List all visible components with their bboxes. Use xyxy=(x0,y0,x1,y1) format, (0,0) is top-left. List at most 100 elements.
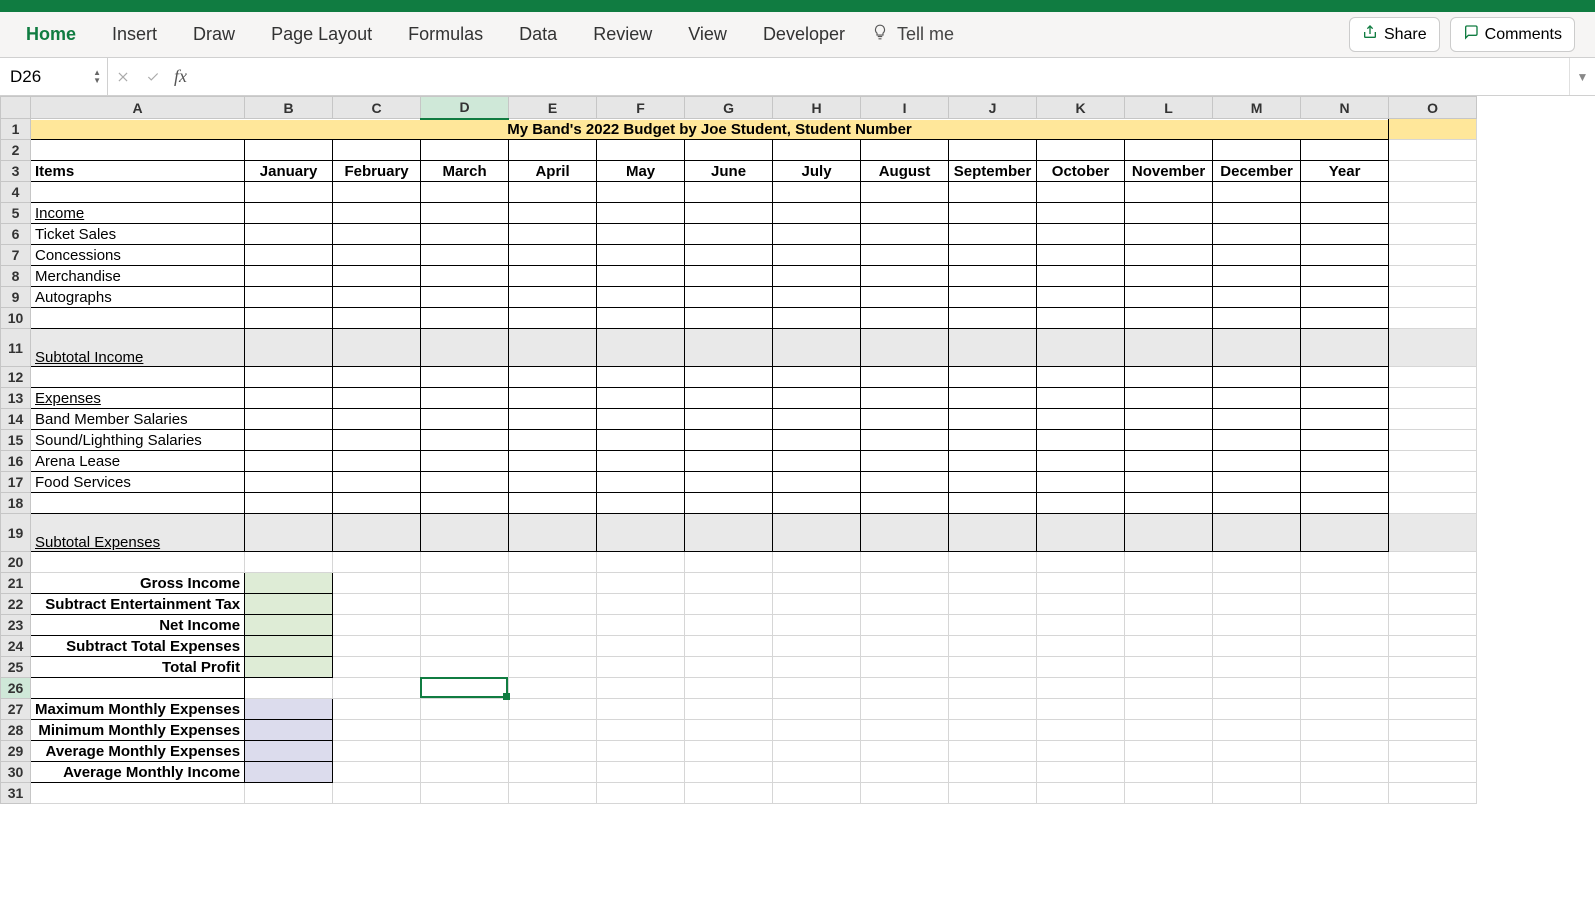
cell-C9[interactable] xyxy=(333,287,421,308)
cell-K11[interactable] xyxy=(1037,329,1125,367)
cell-I27[interactable] xyxy=(861,699,949,720)
cell-F18[interactable] xyxy=(597,493,685,514)
row-header-13[interactable]: 13 xyxy=(1,388,31,409)
cell-K3[interactable]: October xyxy=(1037,161,1125,182)
cell-M6[interactable] xyxy=(1213,224,1301,245)
cell-N2[interactable] xyxy=(1301,140,1389,161)
cell-L9[interactable] xyxy=(1125,287,1213,308)
cell-G13[interactable] xyxy=(685,388,773,409)
col-header-H[interactable]: H xyxy=(773,97,861,119)
cell-G5[interactable] xyxy=(685,203,773,224)
cell-C18[interactable] xyxy=(333,493,421,514)
row-header-8[interactable]: 8 xyxy=(1,266,31,287)
cell-F2[interactable] xyxy=(597,140,685,161)
cell-F26[interactable] xyxy=(597,678,685,699)
cell-E18[interactable] xyxy=(509,493,597,514)
cell-F25[interactable] xyxy=(597,657,685,678)
cell-M20[interactable] xyxy=(1213,552,1301,573)
cell-D6[interactable] xyxy=(421,224,509,245)
cell-G21[interactable] xyxy=(685,573,773,594)
cell-G22[interactable] xyxy=(685,594,773,615)
cell-F3[interactable]: May xyxy=(597,161,685,182)
cell-D27[interactable] xyxy=(421,699,509,720)
cell-O25[interactable] xyxy=(1389,657,1477,678)
cell-M3[interactable]: December xyxy=(1213,161,1301,182)
cell-B21[interactable] xyxy=(245,573,333,594)
cell-O5[interactable] xyxy=(1389,203,1477,224)
cell-L31[interactable] xyxy=(1125,783,1213,804)
col-header-D[interactable]: D xyxy=(421,97,509,119)
cell-G11[interactable] xyxy=(685,329,773,367)
cell-C10[interactable] xyxy=(333,308,421,329)
cell-M8[interactable] xyxy=(1213,266,1301,287)
cell-I9[interactable] xyxy=(861,287,949,308)
cell-B7[interactable] xyxy=(245,245,333,266)
cell-I30[interactable] xyxy=(861,762,949,783)
cell-O10[interactable] xyxy=(1389,308,1477,329)
cell-L6[interactable] xyxy=(1125,224,1213,245)
cell-I10[interactable] xyxy=(861,308,949,329)
cell-E7[interactable] xyxy=(509,245,597,266)
cell-A30[interactable]: Average Monthly Income xyxy=(31,762,245,783)
cell-N24[interactable] xyxy=(1301,636,1389,657)
cell-L12[interactable] xyxy=(1125,367,1213,388)
cell-I28[interactable] xyxy=(861,720,949,741)
cell-B19[interactable] xyxy=(245,514,333,552)
cell-C30[interactable] xyxy=(333,762,421,783)
cell-C27[interactable] xyxy=(333,699,421,720)
cell-E25[interactable] xyxy=(509,657,597,678)
col-header-G[interactable]: G xyxy=(685,97,773,119)
cell-F27[interactable] xyxy=(597,699,685,720)
cell-M5[interactable] xyxy=(1213,203,1301,224)
cell-D12[interactable] xyxy=(421,367,509,388)
cell-G8[interactable] xyxy=(685,266,773,287)
cell-C14[interactable] xyxy=(333,409,421,430)
cell-F14[interactable] xyxy=(597,409,685,430)
cell-B20[interactable] xyxy=(245,552,333,573)
cell-O11[interactable] xyxy=(1389,329,1477,367)
cell-K5[interactable] xyxy=(1037,203,1125,224)
cell-H27[interactable] xyxy=(773,699,861,720)
cell-J23[interactable] xyxy=(949,615,1037,636)
cell-L27[interactable] xyxy=(1125,699,1213,720)
select-all-corner[interactable] xyxy=(1,97,31,119)
cell-E10[interactable] xyxy=(509,308,597,329)
cell-G16[interactable] xyxy=(685,451,773,472)
cell-A5[interactable]: Income xyxy=(31,203,245,224)
cell-J27[interactable] xyxy=(949,699,1037,720)
cell-E3[interactable]: April xyxy=(509,161,597,182)
cell-J15[interactable] xyxy=(949,430,1037,451)
cell-G27[interactable] xyxy=(685,699,773,720)
row-header-15[interactable]: 15 xyxy=(1,430,31,451)
cell-B28[interactable] xyxy=(245,720,333,741)
cell-J17[interactable] xyxy=(949,472,1037,493)
cell-C3[interactable]: February xyxy=(333,161,421,182)
cell-K23[interactable] xyxy=(1037,615,1125,636)
cell-B2[interactable] xyxy=(245,140,333,161)
cell-N28[interactable] xyxy=(1301,720,1389,741)
cell-O1[interactable] xyxy=(1389,119,1477,140)
cell-D18[interactable] xyxy=(421,493,509,514)
cell-M7[interactable] xyxy=(1213,245,1301,266)
cell-J7[interactable] xyxy=(949,245,1037,266)
cell-H29[interactable] xyxy=(773,741,861,762)
cell-F8[interactable] xyxy=(597,266,685,287)
cell-H3[interactable]: July xyxy=(773,161,861,182)
comments-button[interactable]: Comments xyxy=(1450,17,1575,52)
row-header-14[interactable]: 14 xyxy=(1,409,31,430)
cell-N25[interactable] xyxy=(1301,657,1389,678)
col-header-A[interactable]: A xyxy=(31,97,245,119)
row-header-19[interactable]: 19 xyxy=(1,514,31,552)
cell-D14[interactable] xyxy=(421,409,509,430)
cell-O4[interactable] xyxy=(1389,182,1477,203)
cell-C15[interactable] xyxy=(333,430,421,451)
cell-A10[interactable] xyxy=(31,308,245,329)
cell-A22[interactable]: Subtract Entertainment Tax xyxy=(31,594,245,615)
cell-H17[interactable] xyxy=(773,472,861,493)
cell-I20[interactable] xyxy=(861,552,949,573)
cell-G10[interactable] xyxy=(685,308,773,329)
cell-G28[interactable] xyxy=(685,720,773,741)
cell-G14[interactable] xyxy=(685,409,773,430)
cell-M19[interactable] xyxy=(1213,514,1301,552)
cell-N16[interactable] xyxy=(1301,451,1389,472)
